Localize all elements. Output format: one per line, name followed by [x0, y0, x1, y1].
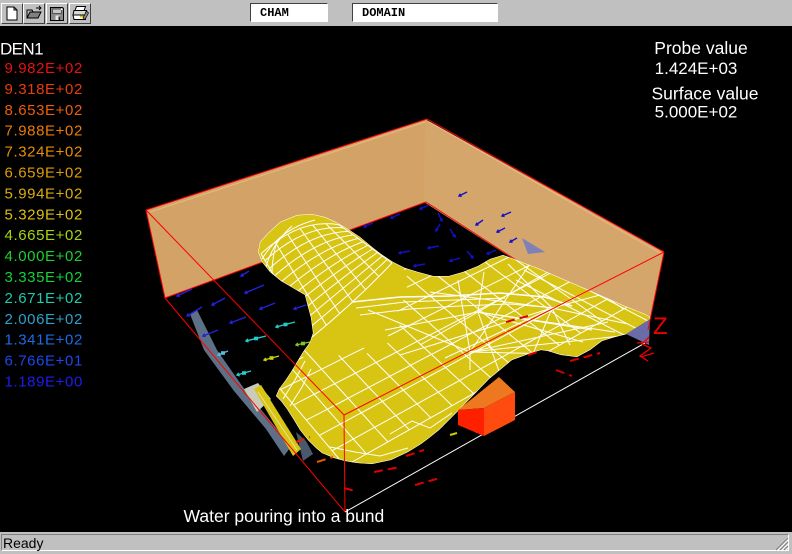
svg-text:DEN1: DEN1	[0, 40, 43, 59]
svg-text:5.000E+02: 5.000E+02	[655, 103, 738, 122]
svg-text:3.335E+02: 3.335E+02	[5, 269, 83, 286]
svg-text:Water pouring into a bund: Water pouring into a bund	[184, 506, 385, 526]
svg-text:1.424E+03: 1.424E+03	[655, 59, 738, 78]
svg-text:2.671E+02: 2.671E+02	[5, 290, 83, 307]
svg-text:4.665E+02: 4.665E+02	[5, 227, 83, 244]
svg-text:7.324E+02: 7.324E+02	[5, 144, 83, 161]
svg-text:4.000E+02: 4.000E+02	[5, 248, 83, 265]
svg-text:Surface value: Surface value	[651, 84, 758, 104]
svg-text:2.006E+02: 2.006E+02	[5, 311, 83, 328]
svg-text:9.318E+02: 9.318E+02	[5, 81, 83, 98]
svg-text:9.982E+02: 9.982E+02	[5, 60, 83, 77]
svg-text:5.994E+02: 5.994E+02	[5, 185, 83, 202]
svg-text:Z: Z	[653, 313, 668, 340]
svg-text:6.659E+02: 6.659E+02	[5, 165, 83, 182]
svg-text:5.329E+02: 5.329E+02	[5, 206, 83, 223]
svg-text:Probe value: Probe value	[654, 38, 747, 58]
svg-text:6.766E+01: 6.766E+01	[5, 353, 83, 370]
svg-text:8.653E+02: 8.653E+02	[5, 102, 83, 119]
svg-text:1.341E+02: 1.341E+02	[5, 332, 83, 349]
svg-text:1.189E+00: 1.189E+00	[5, 374, 83, 391]
svg-text:7.988E+02: 7.988E+02	[5, 123, 83, 140]
